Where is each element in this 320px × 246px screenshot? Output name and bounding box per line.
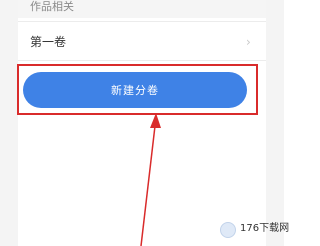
watermark-logo-icon — [220, 222, 236, 238]
pointer-arrow — [140, 113, 161, 246]
watermark-text: 176下载网 — [240, 223, 290, 234]
arrow-shaft — [140, 125, 156, 246]
watermark: 176下载网 — [218, 214, 289, 246]
arrow-head — [150, 113, 161, 128]
